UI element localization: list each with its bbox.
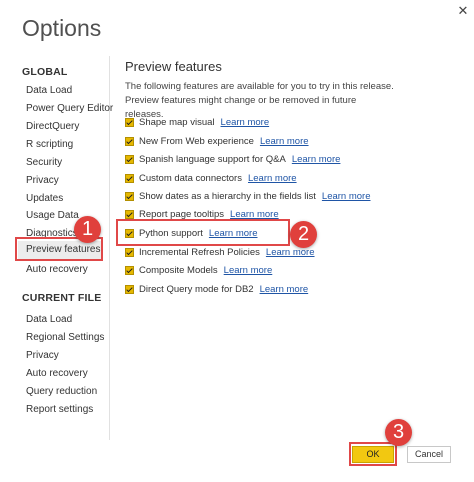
sidebar-item-auto-recovery[interactable]: Auto recovery bbox=[26, 264, 88, 275]
sidebar-item-file-data-load[interactable]: Data Load bbox=[26, 314, 72, 325]
feature-row: Show dates as a hierarchy in the fields … bbox=[125, 189, 371, 203]
sidebar-item-preview-features[interactable]: Preview features bbox=[18, 241, 102, 259]
feature-label: Custom data connectors bbox=[139, 172, 242, 184]
checkbox-checked-icon[interactable] bbox=[125, 228, 134, 238]
sidebar-item-updates[interactable]: Updates bbox=[26, 193, 63, 204]
checkbox-checked-icon[interactable] bbox=[125, 284, 134, 294]
learn-more-link[interactable]: Learn more bbox=[230, 209, 279, 220]
learn-more-link[interactable]: Learn more bbox=[209, 228, 258, 239]
checkbox-checked-icon[interactable] bbox=[125, 209, 134, 219]
checkbox-checked-icon[interactable] bbox=[125, 136, 134, 146]
sidebar-item-usage-data[interactable]: Usage Data bbox=[26, 210, 79, 221]
sidebar-item-data-load[interactable]: Data Load bbox=[26, 85, 72, 96]
annotation-badge-3: 3 bbox=[385, 419, 412, 446]
sidebar-item-directquery[interactable]: DirectQuery bbox=[26, 121, 79, 132]
learn-more-link[interactable]: Learn more bbox=[322, 191, 371, 202]
feature-row: Python support Learn more bbox=[125, 226, 258, 240]
feature-label: Shape map visual bbox=[139, 116, 215, 128]
annotation-badge-1: 1 bbox=[74, 216, 101, 243]
learn-more-link[interactable]: Learn more bbox=[260, 136, 309, 147]
feature-row: Incremental Refresh Policies Learn more bbox=[125, 245, 315, 259]
options-dialog: Options ✕ GLOBAL Data Load Power Query E… bbox=[0, 0, 474, 482]
sidebar-item-privacy[interactable]: Privacy bbox=[26, 175, 59, 186]
feature-row: New From Web experience Learn more bbox=[125, 134, 309, 148]
dialog-title: Options bbox=[22, 15, 102, 41]
feature-row: Report page tooltips Learn more bbox=[125, 207, 279, 221]
current-file-heading: CURRENT FILE bbox=[22, 292, 102, 304]
sidebar-item-query-reduction[interactable]: Query reduction bbox=[26, 386, 97, 397]
feature-row: Spanish language support for Q&A Learn m… bbox=[125, 152, 340, 166]
checkbox-checked-icon[interactable] bbox=[125, 265, 134, 275]
feature-label: Python support bbox=[139, 227, 203, 239]
sidebar: GLOBAL Data Load Power Query Editor Dire… bbox=[0, 56, 113, 440]
sidebar-item-power-query-editor[interactable]: Power Query Editor bbox=[26, 103, 113, 114]
feature-label: Direct Query mode for DB2 bbox=[139, 283, 254, 295]
checkbox-checked-icon[interactable] bbox=[125, 247, 134, 257]
checkbox-checked-icon[interactable] bbox=[125, 191, 134, 201]
feature-row: Direct Query mode for DB2 Learn more bbox=[125, 282, 308, 296]
checkbox-checked-icon[interactable] bbox=[125, 173, 134, 183]
sidebar-item-report-settings[interactable]: Report settings bbox=[26, 404, 93, 415]
checkbox-checked-icon[interactable] bbox=[125, 117, 134, 127]
feature-label: Spanish language support for Q&A bbox=[139, 153, 286, 165]
cancel-button[interactable]: Cancel bbox=[407, 446, 451, 463]
feature-label: Incremental Refresh Policies bbox=[139, 246, 260, 258]
sidebar-item-diagnostics[interactable]: Diagnostics bbox=[26, 228, 78, 239]
feature-row: Composite Models Learn more bbox=[125, 263, 272, 277]
sidebar-item-file-privacy[interactable]: Privacy bbox=[26, 350, 59, 361]
feature-row: Custom data connectors Learn more bbox=[125, 171, 297, 185]
learn-more-link[interactable]: Learn more bbox=[221, 117, 270, 128]
learn-more-link[interactable]: Learn more bbox=[260, 284, 309, 295]
learn-more-link[interactable]: Learn more bbox=[248, 173, 297, 184]
sidebar-item-file-auto-recovery[interactable]: Auto recovery bbox=[26, 368, 88, 379]
feature-label: Composite Models bbox=[139, 264, 218, 276]
checkbox-checked-icon[interactable] bbox=[125, 154, 134, 164]
global-heading: GLOBAL bbox=[22, 66, 68, 78]
page-title: Preview features bbox=[125, 59, 222, 74]
feature-label: New From Web experience bbox=[139, 135, 254, 147]
sidebar-item-security[interactable]: Security bbox=[26, 157, 62, 168]
annotation-badge-2: 2 bbox=[290, 221, 317, 248]
feature-label: Show dates as a hierarchy in the fields … bbox=[139, 190, 316, 202]
feature-label: Report page tooltips bbox=[139, 208, 225, 220]
sidebar-item-regional-settings[interactable]: Regional Settings bbox=[26, 332, 104, 343]
sidebar-item-r-scripting[interactable]: R scripting bbox=[26, 139, 73, 150]
learn-more-link[interactable]: Learn more bbox=[292, 154, 341, 165]
feature-row: Shape map visual Learn more bbox=[125, 115, 269, 129]
close-icon[interactable]: ✕ bbox=[456, 4, 470, 18]
learn-more-link[interactable]: Learn more bbox=[224, 265, 273, 276]
ok-button[interactable]: OK bbox=[352, 446, 394, 463]
learn-more-link[interactable]: Learn more bbox=[266, 247, 315, 258]
